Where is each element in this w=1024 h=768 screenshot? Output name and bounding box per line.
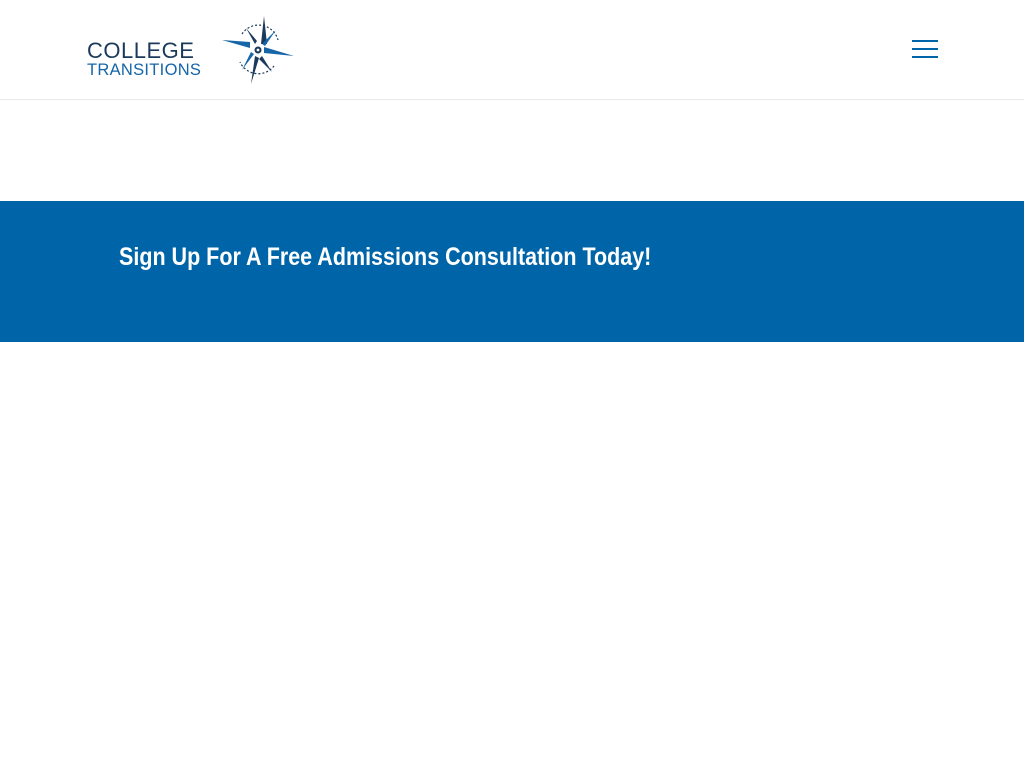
main-content — [0, 342, 1024, 768]
hamburger-menu-icon — [912, 40, 938, 58]
banner-title: Sign Up For A Free Admissions Consultati… — [119, 243, 652, 271]
header-spacer — [0, 101, 1024, 201]
compass-icon — [222, 16, 294, 84]
site-logo-link[interactable]: COLLEGE TRANSITIONS — [86, 14, 296, 88]
consultation-banner: Sign Up For A Free Admissions Consultati… — [0, 201, 1024, 342]
menu-toggle-button[interactable] — [908, 34, 942, 64]
logo-text-transitions: TRANSITIONS — [87, 61, 202, 79]
site-header: COLLEGE TRANSITIONS — [0, 0, 1024, 100]
